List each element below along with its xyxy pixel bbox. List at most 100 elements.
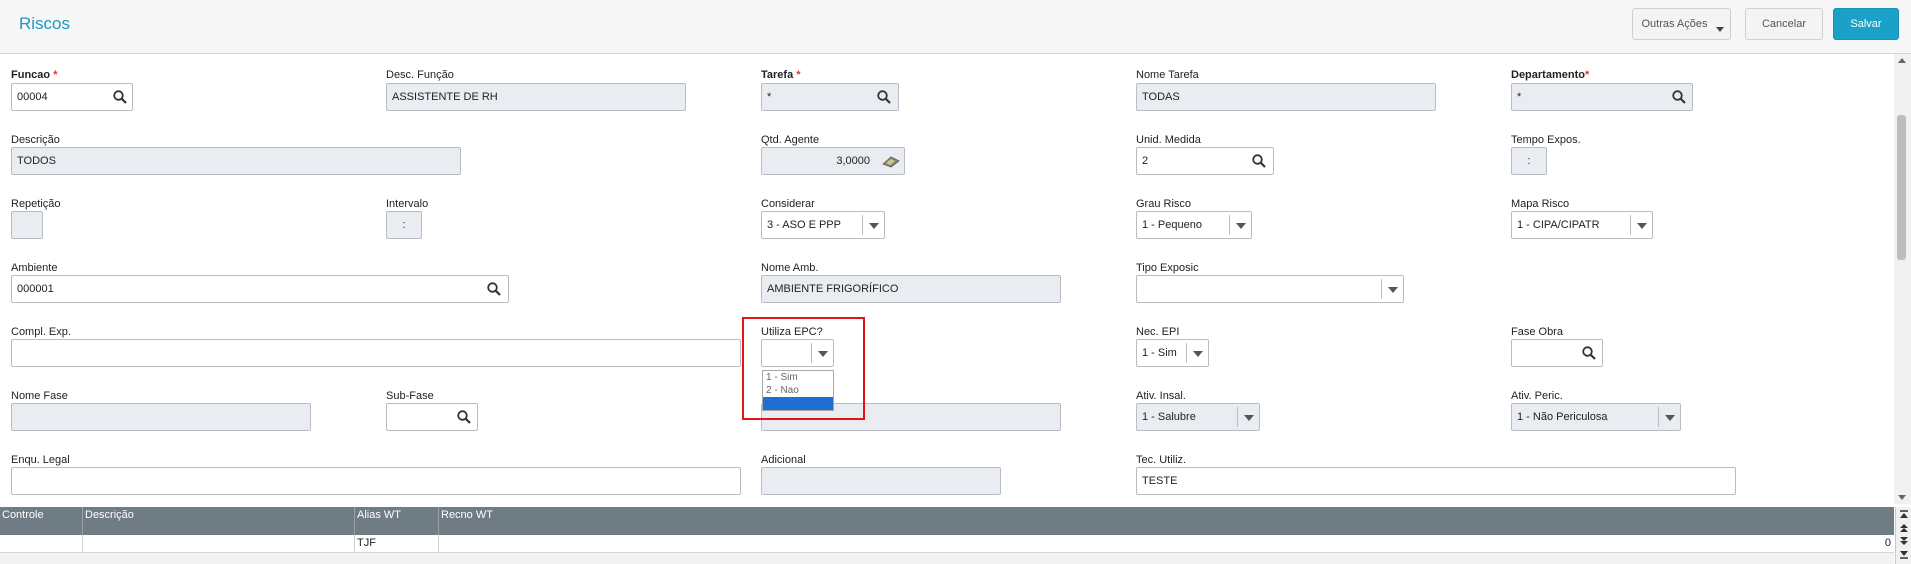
nome-tarefa-label: Nome Tarefa	[1136, 69, 1199, 81]
nome-amb-label: Nome Amb.	[761, 262, 819, 274]
tec-utiliz-label: Tec. Utiliz.	[1136, 454, 1187, 466]
select-divider	[1381, 279, 1382, 299]
column-header-alias-wt[interactable]: Alias WT	[355, 507, 439, 535]
calculator-icon[interactable]	[882, 153, 900, 169]
search-icon[interactable]	[1251, 153, 1267, 169]
grid-footer	[0, 553, 1894, 564]
chevron-down-icon	[1236, 223, 1246, 229]
repeticao-field	[11, 211, 43, 239]
mapa-risco-value: 1 - CIPA/CIPATR	[1517, 219, 1600, 231]
ativ-insal-label: Ativ. Insal.	[1136, 390, 1186, 402]
tempo-expos-field: :	[1511, 147, 1547, 175]
header-bar: Riscos Outras Ações Cancelar Salvar	[0, 0, 1911, 54]
row-counter: 0	[1884, 537, 1891, 549]
ambiente-label: Ambiente	[11, 262, 58, 274]
tarefa-label: Tarefa *	[761, 69, 801, 81]
grau-risco-label: Grau Risco	[1136, 198, 1192, 210]
nec-epi-label: Nec. EPI	[1136, 326, 1180, 338]
grau-risco-value: 1 - Pequeno	[1142, 219, 1202, 231]
fase-obra-label: Fase Obra	[1511, 326, 1563, 338]
form-panel: Funcao * 00004 Desc. Função ASSISTENTE D…	[0, 54, 1895, 504]
data-grid: Controle Descrição Alias WT Recno WT TJF…	[0, 507, 1911, 564]
chevron-down-icon	[1637, 223, 1647, 229]
select-divider	[1229, 215, 1230, 235]
ativ-peric-select[interactable]: 1 - Não Periculosa	[1511, 403, 1681, 431]
cell-alias-wt: TJF	[355, 535, 439, 552]
save-button[interactable]: Salvar	[1833, 8, 1899, 40]
table-row[interactable]: TJF 0	[0, 535, 1894, 553]
column-header-descricao[interactable]: Descrição	[83, 507, 355, 535]
ambiente-input[interactable]: 000001	[11, 275, 509, 303]
mapa-risco-label: Mapa Risco	[1511, 198, 1570, 210]
search-icon[interactable]	[112, 89, 128, 105]
chevron-down-icon	[1388, 287, 1398, 293]
considerar-value: 3 - ASO E PPP	[767, 219, 841, 231]
grid-navigation	[1895, 507, 1911, 564]
search-icon[interactable]	[456, 409, 472, 425]
chevron-down-icon	[1193, 351, 1203, 357]
funcao-label: Funcao *	[11, 69, 58, 81]
grid-header: Controle Descrição Alias WT Recno WT	[0, 507, 1894, 535]
ativ-peric-value: 1 - Não Periculosa	[1517, 411, 1608, 423]
chevron-down-icon	[1244, 415, 1254, 421]
chevron-down-icon	[1665, 415, 1675, 421]
descricao-label: Descrição	[11, 134, 60, 146]
grau-risco-select[interactable]: 1 - Pequeno	[1136, 211, 1252, 239]
tempo-expos-label: Tempo Expos.	[1511, 134, 1581, 146]
first-record-icon[interactable]	[1899, 510, 1909, 520]
column-header-recno-wt[interactable]: Recno WT	[439, 507, 1894, 535]
sub-fase-label: Sub-Fase	[386, 390, 434, 402]
search-icon[interactable]	[486, 281, 502, 297]
scroll-up-icon[interactable]	[1898, 58, 1906, 63]
chevron-down-icon	[869, 223, 879, 229]
cell-recno-wt	[439, 535, 1873, 552]
nome-fase-field	[11, 403, 311, 431]
other-actions-button[interactable]: Outras Ações	[1632, 8, 1731, 40]
search-icon[interactable]	[876, 89, 892, 105]
scrollbar-thumb[interactable]	[1897, 115, 1906, 260]
ativ-insal-select[interactable]: 1 - Salubre	[1136, 403, 1260, 431]
tipo-exposic-select[interactable]	[1136, 275, 1404, 303]
mapa-risco-select[interactable]: 1 - CIPA/CIPATR	[1511, 211, 1653, 239]
previous-record-icon[interactable]	[1899, 523, 1909, 533]
cancel-button[interactable]: Cancelar	[1745, 8, 1823, 40]
search-icon[interactable]	[1581, 345, 1597, 361]
intervalo-field: :	[386, 211, 422, 239]
column-header-controle[interactable]: Controle	[0, 507, 83, 535]
adicional-field	[761, 467, 1001, 495]
compl-exp-label: Compl. Exp.	[11, 326, 71, 338]
unid-medida-label: Unid. Medida	[1136, 134, 1201, 146]
tec-utiliz-input[interactable]: TESTE	[1136, 467, 1736, 495]
search-icon[interactable]	[1671, 89, 1687, 105]
cell-controle	[0, 535, 83, 552]
highlight-box	[742, 317, 865, 420]
other-actions-label: Outras Ações	[1641, 18, 1708, 30]
select-divider	[1186, 343, 1187, 363]
departamento-input[interactable]: *	[1511, 83, 1693, 111]
scroll-down-icon[interactable]	[1898, 495, 1906, 500]
chevron-down-icon	[1716, 27, 1724, 32]
ativ-insal-value: 1 - Salubre	[1142, 411, 1196, 423]
select-divider	[1658, 407, 1659, 427]
qtd-agente-label: Qtd. Agente	[761, 134, 820, 146]
select-divider	[1237, 407, 1238, 427]
tipo-exposic-label: Tipo Exposic	[1136, 262, 1199, 274]
enqu-legal-input[interactable]	[11, 467, 741, 495]
repeticao-label: Repetição	[11, 198, 61, 210]
desc-funcao-field: ASSISTENTE DE RH	[386, 83, 686, 111]
adicional-label: Adicional	[761, 454, 806, 466]
enqu-legal-label: Enqu. Legal	[11, 454, 70, 466]
considerar-select[interactable]: 3 - ASO E PPP	[761, 211, 885, 239]
cell-descricao	[83, 535, 355, 552]
intervalo-label: Intervalo	[386, 198, 429, 210]
last-record-icon[interactable]	[1899, 549, 1909, 559]
ativ-peric-label: Ativ. Peric.	[1511, 390, 1563, 402]
nome-tarefa-field: TODAS	[1136, 83, 1436, 111]
nome-amb-field: AMBIENTE FRIGORÍFICO	[761, 275, 1061, 303]
desc-funcao-label: Desc. Função	[386, 69, 454, 81]
nec-epi-value: 1 - Sim	[1142, 347, 1177, 359]
select-divider	[1630, 215, 1631, 235]
compl-exp-input[interactable]	[11, 339, 741, 367]
next-record-icon[interactable]	[1899, 536, 1909, 546]
nec-epi-select[interactable]: 1 - Sim	[1136, 339, 1209, 367]
